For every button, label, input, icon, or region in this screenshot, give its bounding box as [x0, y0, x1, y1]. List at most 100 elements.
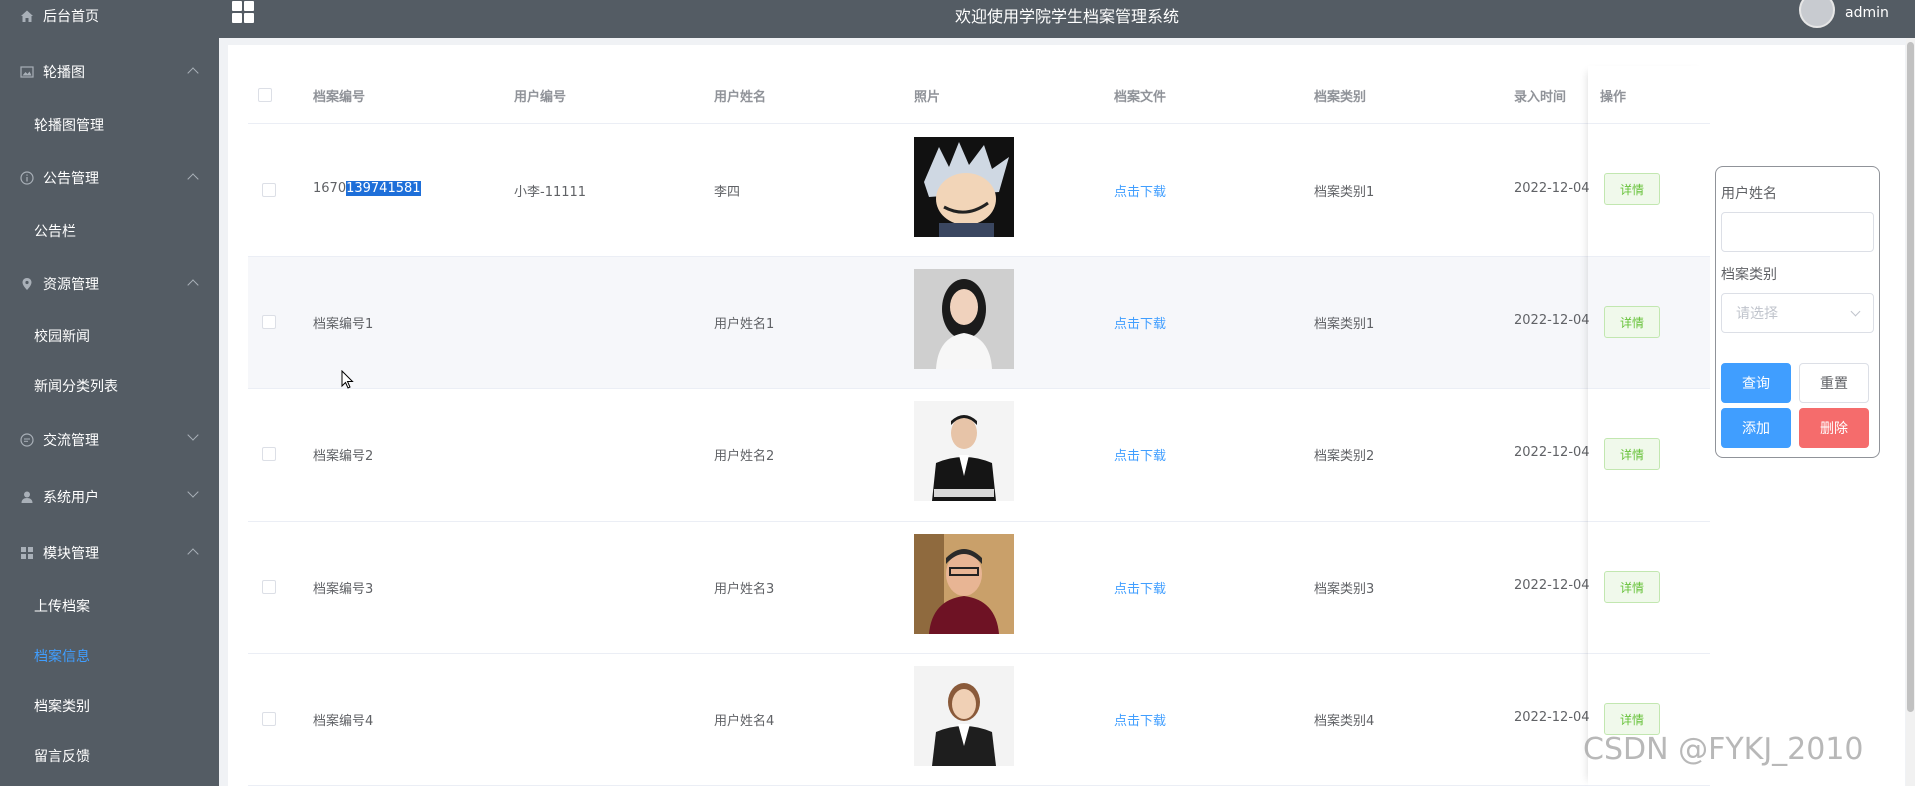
row-checkbox[interactable]	[262, 447, 276, 461]
sidebar-item-home[interactable]: 后台首页	[0, 0, 219, 36]
page-scrollbar[interactable]	[1906, 38, 1915, 786]
scrollbar-thumb[interactable]	[1907, 42, 1914, 712]
location-icon	[19, 276, 35, 292]
table-row[interactable]: 档案编号4 用户姓名4 点击下载 档案类别4 2022-12-04 详情	[248, 654, 1710, 786]
chevron-down-icon	[187, 486, 199, 498]
row-checkbox[interactable]	[262, 183, 276, 197]
download-link[interactable]: 点击下载	[1114, 181, 1166, 200]
detail-button[interactable]: 详情	[1604, 173, 1660, 205]
sidebar-item-bulletin[interactable]: 公告栏	[0, 211, 219, 251]
sidebar-item-label: 留言反馈	[34, 749, 90, 765]
user-no-cell: 小李-11111	[514, 185, 587, 200]
photo-image	[914, 666, 1014, 766]
column-header: 档案编号	[313, 90, 366, 105]
sidebar-item-upload-archive[interactable]: 上传档案	[0, 586, 219, 626]
chevron-up-icon	[187, 279, 199, 291]
table-row[interactable]: 档案编号1 用户姓名1 点击下载 档案类别1 2022-12-04 详情	[248, 257, 1710, 389]
sidebar-item-carousel-manage[interactable]: 轮播图管理	[0, 105, 219, 145]
sidebar-item-feedback[interactable]: 留言反馈	[0, 736, 219, 776]
archive-id-cell: 档案编号1	[313, 317, 374, 332]
category-cell: 档案类别1	[1314, 185, 1375, 200]
sidebar-item-label: 上传档案	[34, 599, 90, 615]
download-link[interactable]: 点击下载	[1114, 710, 1166, 729]
download-link[interactable]: 点击下载	[1114, 578, 1166, 597]
sidebar-item-system-user[interactable]: 系统用户	[0, 477, 219, 517]
header: 欢迎使用学院学生档案管理系统 admin	[219, 0, 1915, 38]
category-cell: 档案类别2	[1314, 449, 1375, 464]
chevron-up-icon	[187, 548, 199, 560]
chevron-up-icon	[187, 67, 199, 79]
user-name-input[interactable]	[1721, 212, 1874, 252]
sidebar-item-exchange[interactable]: 交流管理	[0, 420, 219, 460]
download-link[interactable]: 点击下载	[1114, 313, 1166, 332]
add-button[interactable]: 添加	[1721, 408, 1791, 448]
sidebar-item-label: 交流管理	[43, 433, 99, 449]
column-header: 档案类别	[1314, 90, 1367, 105]
sidebar-item-label: 档案类别	[34, 699, 90, 715]
watermark: CSDN @FYKJ_2010	[1583, 732, 1864, 767]
sidebar-item-campus-news[interactable]: 校园新闻	[0, 316, 219, 356]
archive-id-cell: 1670139741581	[313, 181, 421, 196]
category-cell: 档案类别1	[1314, 317, 1375, 332]
chevron-down-icon	[187, 429, 199, 441]
user-name-cell: 用户姓名2	[714, 449, 775, 464]
row-checkbox[interactable]	[262, 712, 276, 726]
sidebar-item-label: 后台首页	[43, 9, 99, 25]
user-name-cell: 李四	[714, 185, 741, 200]
sidebar-item-module[interactable]: 模块管理	[0, 533, 219, 573]
category-select[interactable]: 请选择	[1721, 293, 1874, 333]
home-icon	[19, 8, 35, 24]
detail-button[interactable]: 详情	[1604, 438, 1660, 470]
detail-button[interactable]: 详情	[1604, 703, 1660, 735]
sidebar-item-resource[interactable]: 资源管理	[0, 264, 219, 304]
row-checkbox[interactable]	[262, 580, 276, 594]
query-button[interactable]: 查询	[1721, 363, 1791, 403]
detail-button[interactable]: 详情	[1604, 571, 1660, 603]
sidebar-item-archive-category[interactable]: 档案类别	[0, 686, 219, 726]
sidebar-item-archive-info[interactable]: 档案信息	[0, 636, 219, 676]
sidebar-item-label: 新闻分类列表	[34, 379, 118, 395]
category-cell: 档案类别4	[1314, 714, 1375, 729]
sidebar-item-label: 公告栏	[34, 224, 76, 240]
row-checkbox[interactable]	[262, 315, 276, 329]
reset-button[interactable]: 重置	[1799, 363, 1869, 403]
column-header: 用户编号	[514, 90, 567, 105]
column-header: 档案文件	[1114, 90, 1167, 105]
search-panel: 用户姓名 档案类别 请选择 查询 重置 添加 删除	[1715, 166, 1880, 458]
sidebar: 后台首页 轮播图 轮播图管理 公告管理 公告栏 资源管理 校园新闻 新闻分类列表	[0, 0, 219, 786]
username[interactable]: admin	[1845, 5, 1889, 21]
page-title: 欢迎使用学院学生档案管理系统	[954, 7, 1179, 26]
time-cell: 2022-12-04	[1514, 578, 1590, 593]
detail-button[interactable]: 详情	[1604, 306, 1660, 338]
delete-button[interactable]: 删除	[1799, 408, 1869, 448]
user-name-cell: 用户姓名3	[714, 582, 775, 597]
sidebar-item-label: 模块管理	[43, 546, 99, 562]
column-header: 录入时间	[1514, 90, 1567, 105]
table-row[interactable]: 档案编号3 用户姓名3 点击下载 档案类别3 2022-12-04 详情	[248, 522, 1710, 654]
download-link[interactable]: 点击下载	[1114, 445, 1166, 464]
time-cell: 2022-12-04	[1514, 445, 1590, 460]
time-cell: 2022-12-04	[1514, 710, 1590, 725]
table-row[interactable]: 档案编号2 用户姓名2 点击下载 档案类别2 2022-12-04 详情	[248, 389, 1710, 522]
user-name-cell: 用户姓名1	[714, 317, 775, 332]
table-header: 档案编号 用户编号 用户姓名 照片 档案文件 档案类别 录入时间 操作	[248, 66, 1710, 124]
table-row[interactable]: 1670139741581 小李-11111 李四 点击下载 档案类别1 202…	[248, 124, 1710, 257]
column-header: 操作	[1600, 90, 1627, 105]
sidebar-item-notice[interactable]: 公告管理	[0, 158, 219, 198]
sidebar-item-news-category[interactable]: 新闻分类列表	[0, 366, 219, 406]
image-icon	[19, 64, 35, 80]
time-cell: 2022-12-04	[1514, 181, 1590, 196]
select-all-checkbox[interactable]	[258, 88, 272, 102]
chevron-down-icon	[1850, 306, 1861, 317]
column-header: 照片	[914, 90, 941, 105]
sidebar-item-carousel[interactable]: 轮播图	[0, 52, 219, 92]
sidebar-item-label: 系统用户	[43, 490, 99, 506]
sidebar-item-label: 资源管理	[43, 277, 99, 293]
sidebar-item-label: 校园新闻	[34, 329, 90, 345]
archive-id-cell: 档案编号2	[313, 449, 374, 464]
time-cell: 2022-12-04	[1514, 313, 1590, 328]
chevron-up-icon	[187, 173, 199, 185]
sidebar-item-label: 轮播图管理	[34, 118, 104, 134]
sidebar-item-label: 公告管理	[43, 171, 99, 187]
archive-id-cell: 档案编号4	[313, 714, 374, 729]
